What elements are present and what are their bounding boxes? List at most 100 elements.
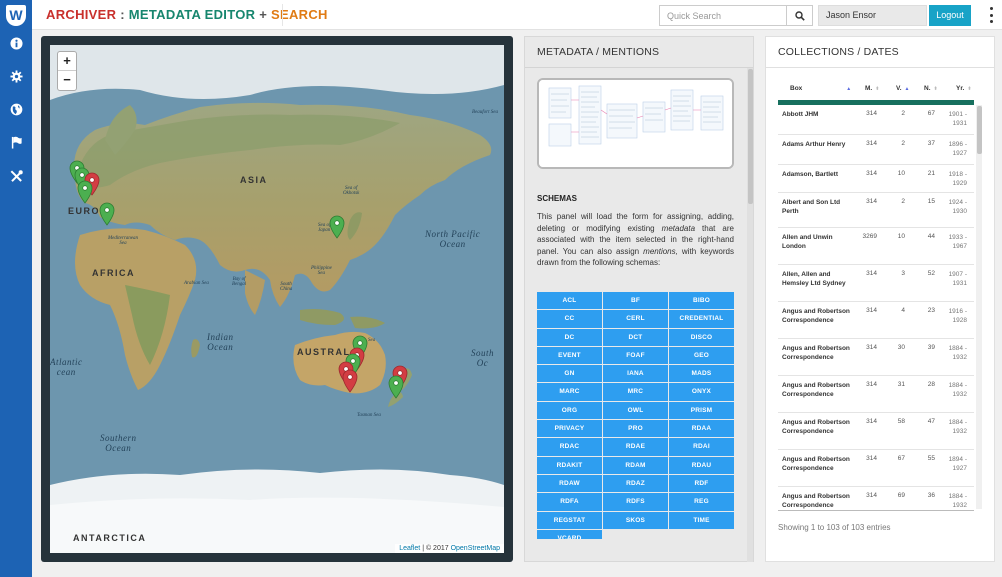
cell-v: 2 — [901, 110, 905, 117]
table-row[interactable]: Angus and Robertson Correspondence 314 67 5… — [778, 450, 974, 487]
schema-diagram-thumbnail[interactable] — [537, 78, 734, 169]
schema-button[interactable]: RDAI — [669, 438, 734, 456]
col-header-n[interactable]: N. ⬍ — [924, 85, 938, 92]
cell-m: 314 — [866, 381, 877, 388]
gear-icon[interactable] — [8, 68, 24, 84]
quick-search-input[interactable] — [659, 5, 786, 26]
table-row[interactable]: Angus and Robertson Correspondence 314 58 4… — [778, 413, 974, 450]
label-philippine-sea: Philippine Sea — [311, 266, 332, 276]
sort-icon: ⬍ — [875, 86, 880, 92]
collections-scrollbar-track[interactable] — [976, 105, 982, 509]
metadata-scrollbar-thumb[interactable] — [748, 69, 753, 204]
schema-button[interactable]: TIME — [669, 511, 734, 529]
schema-button[interactable]: RDAM — [603, 456, 668, 474]
collections-table-body: Abbott JHM 314 2 67 1901 - 1931 Adams Arthur … — [778, 105, 974, 509]
schema-button[interactable]: DC — [537, 328, 602, 346]
schema-button[interactable]: ONYX — [669, 383, 734, 401]
logout-button[interactable]: Logout — [929, 5, 971, 26]
flag-icon[interactable] — [8, 134, 24, 150]
schema-button[interactable]: RDFA — [537, 493, 602, 511]
cell-box: Adamson, Bartlett — [782, 171, 838, 178]
table-row[interactable]: Allen and Unwin London 3269 10 44 1933 - 196… — [778, 228, 974, 265]
table-row[interactable]: Angus and Robertson Correspondence 314 69 3… — [778, 487, 974, 509]
globe-icon[interactable] — [8, 101, 24, 117]
label-europe: EURO — [68, 206, 101, 216]
label-australia: AUSTRAL — [297, 347, 351, 357]
col-header-box[interactable]: Box ▲ — [790, 85, 851, 92]
zoom-out-button[interactable]: − — [58, 71, 76, 90]
schema-button[interactable]: PRISM — [669, 401, 734, 420]
world-map[interactable]: + − ASIA EURO AFRICA AUSTRAL ANTARCTICA … — [50, 45, 504, 553]
col-header-v[interactable]: V. ▲ — [896, 85, 910, 92]
schema-button[interactable]: DCT — [603, 328, 668, 346]
schema-button[interactable]: CERL — [603, 310, 668, 328]
cell-v: 31 — [897, 381, 905, 388]
schema-button[interactable]: CC — [537, 310, 602, 328]
label-south-pacific-ocean: South Oc — [471, 348, 495, 368]
schema-button[interactable]: RDAKIT — [537, 456, 602, 474]
schema-button[interactable]: RDAC — [537, 438, 602, 456]
cell-box: Angus and Robertson Correspondence — [782, 308, 850, 324]
schema-button[interactable]: REGSTAT — [537, 511, 602, 529]
schema-button[interactable]: RDAW — [537, 474, 602, 493]
zoom-in-button[interactable]: + — [58, 52, 76, 71]
schema-button[interactable]: GN — [537, 365, 602, 383]
schema-button[interactable]: PRIVACY — [537, 420, 602, 438]
schema-button[interactable]: RDAZ — [603, 474, 668, 493]
cell-box: Abbott JHM — [782, 111, 819, 118]
schema-button[interactable]: BF — [603, 292, 668, 310]
col-header-m-label: M. — [865, 85, 873, 92]
schema-button[interactable]: IANA — [603, 365, 668, 383]
leaflet-link[interactable]: Leaflet — [399, 545, 420, 552]
schema-button[interactable]: RDAU — [669, 456, 734, 474]
table-row[interactable]: Angus and Robertson Correspondence 314 30 3… — [778, 339, 974, 376]
app-logo[interactable]: W — [6, 5, 26, 26]
tools-icon[interactable] — [8, 168, 24, 184]
schema-button[interactable]: MARC — [537, 383, 602, 401]
schema-button[interactable]: DISCO — [669, 328, 734, 346]
schema-button[interactable]: CREDENTIAL — [669, 310, 734, 328]
schema-button[interactable]: EVENT — [537, 346, 602, 365]
schema-button[interactable]: RDF — [669, 474, 734, 493]
schema-button[interactable]: BIBO — [669, 292, 734, 310]
table-row[interactable]: Angus and Robertson Correspondence 314 31 2… — [778, 376, 974, 413]
schema-button[interactable]: ORG — [537, 401, 602, 420]
openstreetmap-link[interactable]: OpenStreetMap — [451, 545, 500, 552]
schema-button[interactable]: MADS — [669, 365, 734, 383]
user-name-field[interactable]: Jason Ensor — [818, 5, 927, 26]
col-header-yr[interactable]: Yr. ⬍ — [956, 85, 972, 92]
col-header-m[interactable]: M. ⬍ — [865, 85, 879, 92]
info-icon[interactable] — [8, 35, 24, 51]
cell-n: 21 — [927, 170, 935, 177]
cell-n: 44 — [927, 233, 935, 240]
label-indian-ocean: Indian Ocean — [207, 332, 234, 352]
collections-scrollbar-thumb[interactable] — [977, 106, 982, 154]
cell-n: 37 — [927, 140, 935, 147]
cell-v: 2 — [901, 140, 905, 147]
table-row[interactable]: Adams Arthur Henry 314 2 37 1896 - 1927 — [778, 135, 974, 165]
cell-box: Allen and Unwin London — [782, 234, 833, 250]
schema-button[interactable]: OWL — [603, 401, 668, 420]
schema-button[interactable]: SKOS — [603, 511, 668, 529]
schema-button[interactable]: RDAE — [603, 438, 668, 456]
table-row[interactable]: Adamson, Bartlett 314 10 21 1918 - 1929 — [778, 165, 974, 193]
search-button[interactable] — [786, 5, 813, 26]
schema-button[interactable]: VCARD — [537, 529, 602, 539]
schema-button[interactable]: RDFS — [603, 493, 668, 511]
more-options-icon[interactable] — [990, 7, 994, 23]
table-row[interactable]: Albert and Son Ltd Perth 314 2 15 1924 - 193… — [778, 193, 974, 228]
schema-button[interactable]: PRO — [603, 420, 668, 438]
schema-button[interactable]: RDAA — [669, 420, 734, 438]
schema-button[interactable]: REG — [669, 493, 734, 511]
table-row[interactable]: Abbott JHM 314 2 67 1901 - 1931 — [778, 105, 974, 135]
cell-yr: 1896 - 1927 — [948, 141, 967, 157]
table-row[interactable]: Allen, Allen and Hemsley Ltd Sydney 314 3 5… — [778, 265, 974, 302]
schema-button[interactable]: FOAF — [603, 346, 668, 365]
table-row[interactable]: Angus and Robertson Correspondence 314 4 23… — [778, 302, 974, 339]
label-north-pacific-ocean: North Pacific Ocean — [425, 229, 481, 249]
schema-button[interactable]: GEO — [669, 346, 734, 365]
schema-button[interactable]: ACL — [537, 292, 602, 310]
cell-box: Albert and Son Ltd Perth — [782, 199, 841, 215]
cell-n: 36 — [927, 492, 935, 499]
schema-button[interactable]: MRC — [603, 383, 668, 401]
